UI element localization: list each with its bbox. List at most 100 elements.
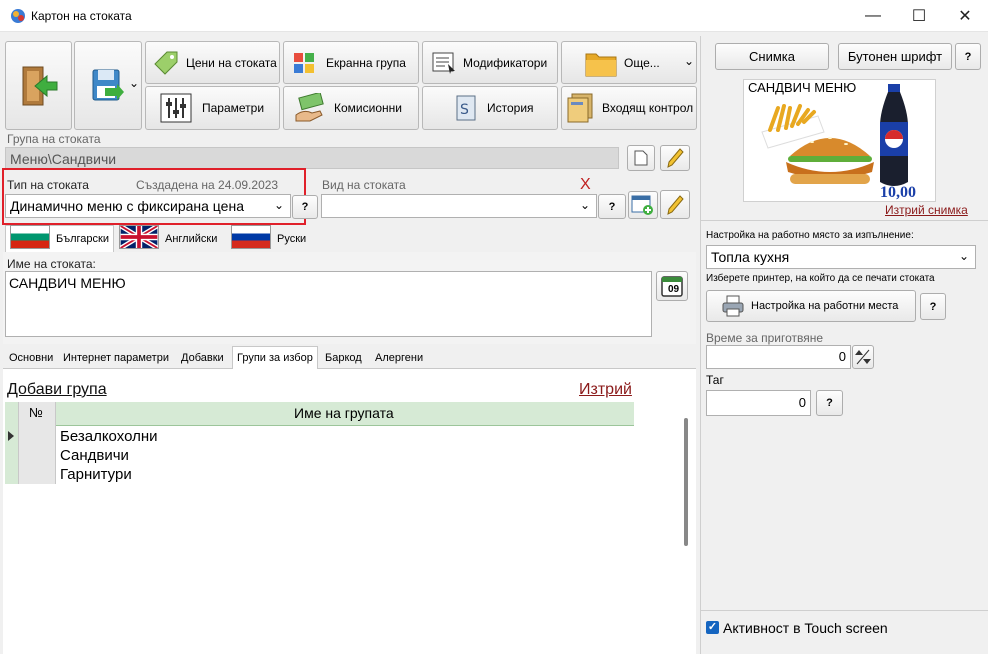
bulgaria-flag-icon <box>10 225 50 249</box>
russia-flag-icon <box>231 224 271 249</box>
lang-tab-russian[interactable]: Руски <box>229 224 309 252</box>
help-button[interactable]: ? <box>955 43 981 70</box>
screen-group-button[interactable]: Екранна група <box>283 41 419 84</box>
image-caption: САНДВИЧ МЕНЮ <box>748 80 857 95</box>
tab-internet[interactable]: Интернет параметри <box>59 348 173 368</box>
new-group-button[interactable] <box>627 145 655 171</box>
table-row[interactable]: Сандвичи <box>60 446 129 465</box>
workplace-settings-button[interactable]: Настройка на работни места <box>706 290 916 322</box>
table-row[interactable]: Гарнитури <box>60 465 132 484</box>
tab-addons[interactable]: Добавки <box>177 348 228 368</box>
maximize-button[interactable]: ☐ <box>896 0 942 32</box>
check-icon: ✓ <box>707 621 718 633</box>
lang-tab-bulgarian[interactable]: Български <box>5 225 114 252</box>
divider <box>700 36 701 654</box>
printer-icon <box>722 295 744 317</box>
tag-input[interactable]: 0 <box>706 390 811 416</box>
workplace-value: Топла кухня <box>711 249 790 265</box>
workplace-label: Настройка на работно място за изпълнение… <box>706 230 914 241</box>
save-dropdown-chevron-icon[interactable]: ⌄ <box>129 76 139 90</box>
workplace-help-button[interactable]: ? <box>920 293 946 320</box>
save-button[interactable]: ⌄ <box>74 41 142 130</box>
group-name-cell: Сандвичи <box>60 447 129 464</box>
group-value: Меню\Сандвичи <box>10 151 117 167</box>
table-row[interactable]: Безалкохолни <box>60 427 158 446</box>
kind-help-button[interactable]: ? <box>598 194 626 219</box>
incoming-control-button[interactable]: Входящ контрол <box>561 86 697 130</box>
row-indicator-column <box>5 402 18 484</box>
tab-choice-groups[interactable]: Групи за избор <box>232 346 318 369</box>
price-tag-icon <box>154 51 178 75</box>
chevron-down-icon: ⌄ <box>273 198 284 212</box>
save-disk-icon <box>92 69 124 100</box>
history-button[interactable]: S История <box>422 86 558 130</box>
minimize-button[interactable]: — <box>850 0 896 32</box>
chevron-down-icon: ⌄ <box>579 198 590 212</box>
lang-tab-label: Английски <box>165 232 218 245</box>
prep-time-spinner[interactable] <box>852 345 874 369</box>
add-window-icon <box>631 195 653 215</box>
name-textarea[interactable]: САНДВИЧ МЕНЮ <box>5 271 652 337</box>
title-bar: Картон на стоката — ☐ ✕ <box>0 0 988 32</box>
modifiers-label: Модификатори <box>463 55 548 70</box>
lang-tab-label: Български <box>56 233 109 245</box>
exit-door-icon <box>22 66 57 105</box>
commission-button[interactable]: Комисионни <box>283 86 419 130</box>
edit-group-button[interactable] <box>660 145 690 171</box>
modifiers-list-icon <box>432 52 455 74</box>
calendar-day: 09 <box>668 284 680 295</box>
modifiers-button[interactable]: Модификатори <box>422 41 558 84</box>
prices-button[interactable]: Цени на стоката <box>145 41 280 84</box>
touch-label: Активност в Touch screen <box>723 620 888 636</box>
params-button[interactable]: Параметри <box>145 86 280 130</box>
tab-barcode[interactable]: Баркод <box>321 348 366 368</box>
tab-allergens[interactable]: Алергени <box>371 348 427 368</box>
image-price: 10,00 <box>880 184 916 201</box>
type-help-button[interactable]: ? <box>292 195 318 219</box>
more-label: Още... <box>624 55 660 70</box>
close-button[interactable]: ✕ <box>942 0 988 32</box>
col-name-header: Име на групата <box>294 405 394 421</box>
params-label: Параметри <box>202 101 265 115</box>
current-row-arrow-icon <box>8 431 14 441</box>
history-label: История <box>487 101 534 115</box>
delete-group-link[interactable]: Изтрий <box>579 381 632 399</box>
kind-select[interactable]: ⌄ <box>321 194 597 218</box>
add-kind-button[interactable] <box>628 191 658 219</box>
more-chevron-icon: ⌄ <box>684 54 695 68</box>
kind-label: Вид на стоката <box>322 178 406 192</box>
edit-kind-button[interactable] <box>660 190 690 219</box>
tag-label: Таг <box>706 373 724 387</box>
group-field: Меню\Сандвичи <box>5 147 619 169</box>
vertical-scrollbar[interactable] <box>684 418 688 546</box>
group-name-cell: Безалкохолни <box>60 428 158 445</box>
col-number-header: № <box>29 405 43 420</box>
tag-value: 0 <box>798 395 806 410</box>
group-name-cell: Гарнитури <box>60 466 132 483</box>
screen-group-label: Екранна група <box>326 55 406 70</box>
workplace-select[interactable]: Топла кухня ⌄ <box>706 245 976 269</box>
exit-button[interactable] <box>5 41 72 130</box>
photo-button[interactable]: Снимка <box>715 43 829 70</box>
button-font-button[interactable]: Бутонен шрифт <box>838 43 952 70</box>
lang-tab-english[interactable]: Английски <box>117 224 227 252</box>
touch-checkbox[interactable]: ✓ <box>706 621 719 634</box>
delete-image-link[interactable]: Изтрий снимка <box>885 203 968 217</box>
calendar-button[interactable]: 09 <box>656 271 688 301</box>
prep-time-input[interactable]: 0 <box>706 345 851 369</box>
pepsi-bottle-icon <box>880 84 908 186</box>
clear-kind-icon[interactable]: X <box>580 176 591 194</box>
tab-basic[interactable]: Основни <box>5 348 57 368</box>
type-select-value: Динамично меню с фиксирана цена <box>10 198 244 214</box>
type-label: Тип на стоката <box>7 178 89 192</box>
more-button[interactable]: Още... ⌄ <box>561 41 697 84</box>
window-title: Картон на стоката <box>31 9 132 23</box>
history-document-icon: S <box>456 95 476 121</box>
type-select[interactable]: Динамично меню с фиксирана цена ⌄ <box>5 194 291 218</box>
prices-label: Цени на стоката <box>186 55 277 70</box>
tag-help-button[interactable]: ? <box>816 390 843 416</box>
add-group-link[interactable]: Добави група <box>7 381 107 399</box>
workplace-settings-label: Настройка на работни места <box>751 300 899 312</box>
printer-hint: Изберете принтер, на който да се печати … <box>706 273 935 284</box>
pencil-icon <box>667 148 684 168</box>
